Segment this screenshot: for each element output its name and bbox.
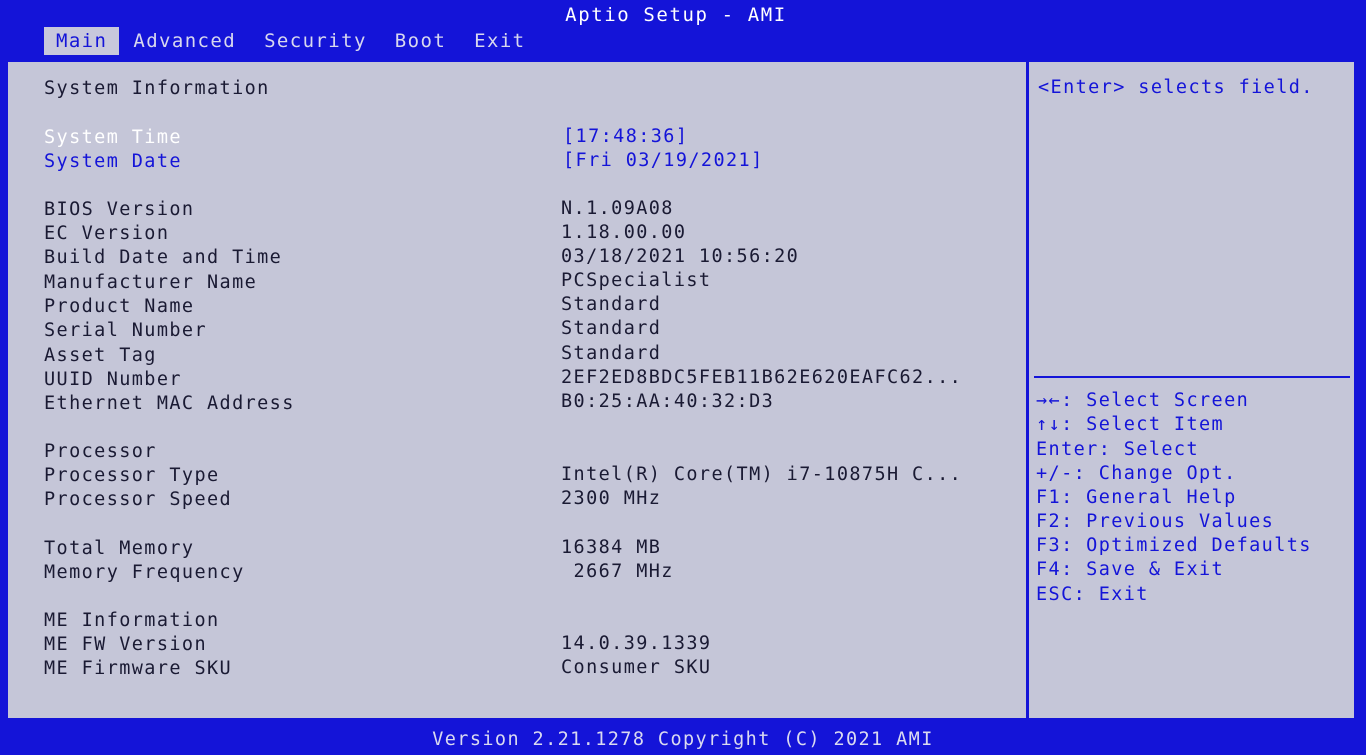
app-title: Aptio Setup - AMI [565, 4, 787, 26]
bios-version-value: N.1.09A08 [561, 198, 674, 219]
system-date-value[interactable]: [Fri 03/19/2021] [563, 149, 764, 173]
processor-speed-label: Processor Speed [44, 489, 233, 510]
key-hint-f3: F3: Optimized Defaults [1036, 535, 1312, 556]
key-hint-f1: F1: General Help [1036, 487, 1237, 508]
asset-tag-value: Standard [561, 343, 662, 364]
section-processor: Processor [44, 441, 157, 462]
key-hint-esc: ESC: Exit [1036, 584, 1149, 605]
section-me-information: ME Information [44, 610, 220, 631]
mac-address-value: B0:25:AA:40:32:D3 [561, 391, 775, 412]
memory-frequency-value: 2667 MHz [561, 561, 674, 582]
memory-frequency-label: Memory Frequency [44, 562, 245, 583]
me-fw-version-label: ME FW Version [44, 634, 207, 655]
section-system-information: System Information [44, 78, 270, 99]
me-firmware-sku-label: ME Firmware SKU [44, 658, 233, 679]
tab-advanced[interactable]: Advanced [119, 27, 250, 55]
serial-number-value: Standard [561, 318, 662, 339]
key-hint-enter: Enter: Select [1036, 439, 1199, 460]
key-hint-f4: F4: Save & Exit [1036, 559, 1225, 580]
tab-exit[interactable]: Exit [460, 27, 539, 55]
tab-boot[interactable]: Boot [381, 27, 460, 55]
serial-number-label: Serial Number [44, 320, 207, 341]
processor-type-value: Intel(R) Core(TM) i7-10875H C... [561, 464, 963, 485]
product-name-label: Product Name [44, 296, 195, 317]
processor-speed-value: 2300 MHz [561, 488, 662, 509]
mac-address-label: Ethernet MAC Address [44, 393, 295, 414]
build-date-value: 03/18/2021 10:56:20 [561, 246, 800, 267]
manufacturer-value: PCSpecialist [561, 270, 712, 291]
system-time-label[interactable]: System Time [44, 126, 182, 150]
help-divider [1034, 376, 1350, 378]
uuid-label: UUID Number [44, 369, 182, 390]
bios-version-label: BIOS Version [44, 199, 195, 220]
total-memory-label: Total Memory [44, 538, 195, 559]
manufacturer-label: Manufacturer Name [44, 272, 258, 293]
processor-type-label: Processor Type [44, 465, 220, 486]
key-hint-select-screen: →←: Select Screen [1036, 390, 1250, 411]
asset-tag-label: Asset Tag [44, 345, 157, 366]
tab-bar: Main Advanced Security Boot Exit [44, 27, 540, 55]
uuid-value: 2EF2ED8BDC5FEB11B62E620EAFC62... [561, 367, 963, 388]
ec-version-label: EC Version [44, 223, 170, 244]
tab-security[interactable]: Security [250, 27, 381, 55]
total-memory-value: 16384 MB [561, 537, 662, 558]
footer-version: Version 2.21.1278 Copyright (C) 2021 AMI [432, 729, 934, 750]
help-description: <Enter> selects field. [1038, 77, 1314, 98]
tab-main[interactable]: Main [44, 27, 120, 55]
system-date-label[interactable]: System Date [44, 150, 182, 174]
me-fw-version-value: 14.0.39.1339 [561, 633, 712, 654]
panel-divider [1026, 62, 1029, 718]
key-hint-change-opt: +/-: Change Opt. [1036, 463, 1237, 484]
key-hint-select-item: ↑↓: Select Item [1036, 414, 1225, 435]
me-firmware-sku-value: Consumer SKU [561, 657, 712, 678]
key-hint-f2: F2: Previous Values [1036, 511, 1275, 532]
build-date-label: Build Date and Time [44, 247, 283, 268]
system-time-value[interactable]: [17:48:36] [563, 125, 688, 149]
ec-version-value: 1.18.00.00 [561, 222, 687, 243]
product-name-value: Standard [561, 294, 662, 315]
